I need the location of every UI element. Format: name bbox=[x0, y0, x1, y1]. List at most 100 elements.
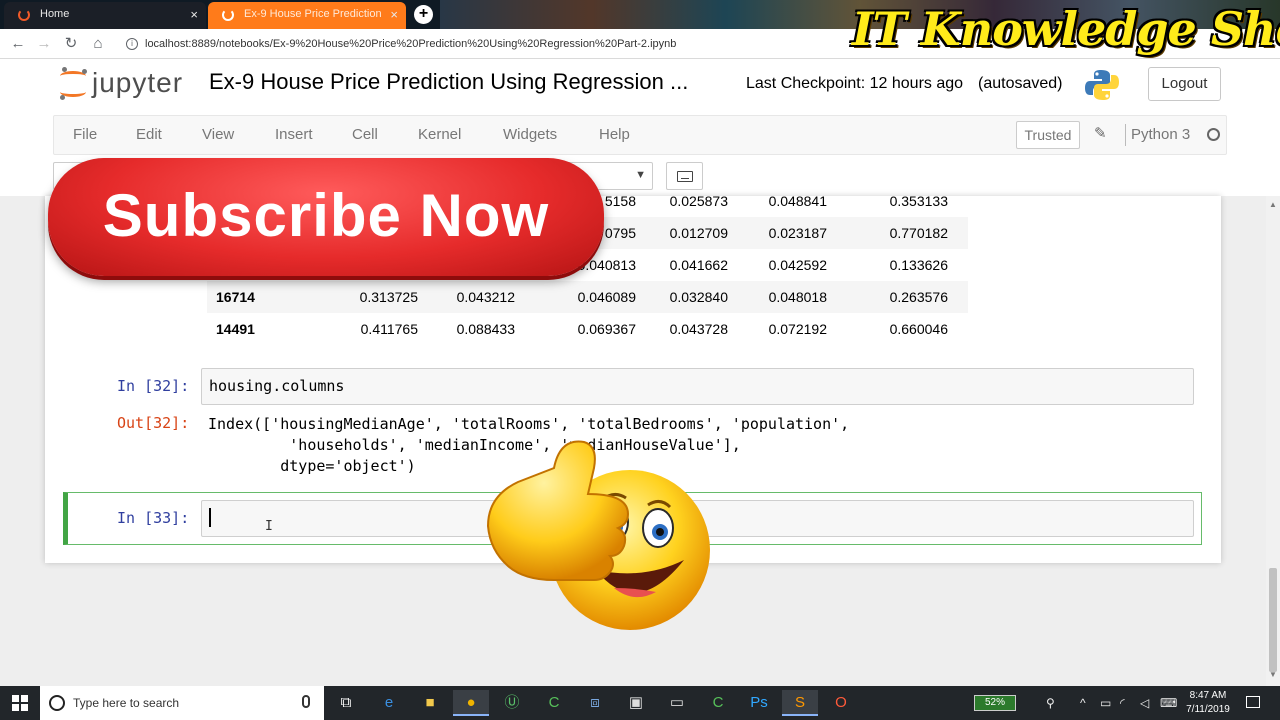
battery-indicator[interactable]: 52% bbox=[974, 695, 1016, 711]
jupyter-header: jupyter Ex-9 House Price Prediction Usin… bbox=[0, 59, 1280, 111]
tab-notebook[interactable]: Ex-9 House Price Prediction Usin × bbox=[208, 2, 406, 29]
windows-taskbar: Type here to search ⧉ e ■ ● Ⓤ C ⧈ ▣ ▭ C … bbox=[0, 686, 1280, 720]
windows-start-icon[interactable] bbox=[12, 695, 28, 711]
logout-button[interactable]: Logout bbox=[1148, 67, 1221, 101]
table-cell: 0.088433 bbox=[456, 321, 515, 337]
trusted-indicator[interactable]: Trusted bbox=[1016, 121, 1080, 149]
menu-cell[interactable]: Cell bbox=[352, 116, 378, 154]
output-prompt: Out[32]: bbox=[117, 414, 190, 432]
edge-icon[interactable]: e bbox=[371, 690, 407, 716]
url-text: localhost:8889/notebooks/Ex-9%20House%20… bbox=[145, 38, 677, 50]
info-icon[interactable]: i bbox=[126, 38, 138, 50]
wifi-icon[interactable]: ◜ bbox=[1120, 686, 1125, 720]
tab-notebook-label: Ex-9 House Price Prediction Usin bbox=[244, 8, 382, 20]
photoshop-icon[interactable]: Ps bbox=[741, 690, 777, 716]
reload-icon[interactable]: ↻ bbox=[61, 34, 81, 54]
table-cell: 0.023187 bbox=[728, 217, 827, 249]
scroll-down-icon[interactable]: ▼ bbox=[1269, 670, 1277, 679]
table-cell: 0.048841 bbox=[768, 193, 827, 209]
close-icon[interactable]: × bbox=[390, 2, 398, 27]
chrome-icon[interactable]: ● bbox=[453, 690, 489, 716]
keyboard-icon bbox=[677, 171, 693, 182]
input-prompt: In [33]: bbox=[117, 509, 190, 527]
scrollbar-thumb[interactable] bbox=[1269, 568, 1277, 672]
url-field[interactable]: i localhost:8889/notebooks/Ex-9%20House%… bbox=[118, 32, 848, 56]
ibeam-cursor-icon: I bbox=[265, 519, 273, 534]
table-row: 16714 0.313725 0.043212 0.046089 0.03284… bbox=[207, 281, 968, 313]
python-logo-icon bbox=[1085, 70, 1119, 100]
search-placeholder: Type here to search bbox=[73, 696, 180, 710]
kernel-name[interactable]: Python 3 bbox=[1131, 116, 1190, 154]
store-icon[interactable]: ▣ bbox=[618, 690, 654, 716]
menubar: File Edit View Insert Cell Kernel Widget… bbox=[53, 115, 1227, 155]
table-cell: 0.042592 bbox=[768, 257, 827, 273]
jupyter-logo-icon[interactable] bbox=[58, 67, 88, 101]
battery-tray-icon[interactable]: ▭ bbox=[1100, 686, 1111, 720]
opera-app-icon[interactable]: O bbox=[823, 690, 859, 716]
table-cell: 0.043728 bbox=[669, 321, 728, 337]
subscribe-overlay: Subscribe Now bbox=[48, 158, 604, 276]
table-cell: 0.660046 bbox=[889, 321, 948, 337]
taskbar-clock[interactable]: 8:47 AM 7/11/2019 bbox=[1180, 689, 1236, 717]
back-arrow-icon[interactable]: ← bbox=[8, 34, 28, 54]
task-view-icon[interactable]: ⧉ bbox=[328, 690, 364, 716]
camtasia-recorder-icon[interactable]: C bbox=[700, 690, 736, 716]
volume-icon[interactable]: ◁ bbox=[1140, 686, 1149, 720]
scroll-up-icon[interactable]: ▲ bbox=[1269, 200, 1277, 209]
page-scrollbar[interactable]: ▲ ▼ bbox=[1266, 196, 1280, 686]
home-icon[interactable]: ⌂ bbox=[88, 34, 108, 54]
menu-edit[interactable]: Edit bbox=[136, 116, 162, 154]
camtasia-icon[interactable]: C bbox=[536, 690, 572, 716]
table-cell: 0.046089 bbox=[515, 281, 636, 313]
opera-icon bbox=[18, 9, 30, 21]
jupyter-wordmark[interactable]: jupyter bbox=[92, 67, 183, 99]
thumbs-up-emoji-icon bbox=[486, 440, 710, 630]
menu-view[interactable]: View bbox=[202, 116, 234, 154]
table-cell: 0.043212 bbox=[418, 281, 515, 313]
table-cell: 0.032840 bbox=[636, 281, 728, 313]
network-app-icon[interactable]: ⧈ bbox=[577, 690, 613, 716]
menu-widgets[interactable]: Widgets bbox=[503, 116, 557, 154]
new-tab-button[interactable]: + bbox=[414, 5, 433, 24]
menu-file[interactable]: File bbox=[73, 116, 97, 154]
upwork-icon[interactable]: Ⓤ bbox=[494, 690, 530, 716]
notifications-icon[interactable] bbox=[1246, 696, 1260, 708]
chevron-down-icon: ▼ bbox=[635, 169, 646, 181]
taskbar-search-box[interactable]: Type here to search bbox=[40, 686, 324, 720]
menu-insert[interactable]: Insert bbox=[275, 116, 313, 154]
chevron-up-icon[interactable]: ^ bbox=[1080, 686, 1086, 720]
table-cell: 0.770182 bbox=[827, 217, 948, 249]
people-icon[interactable]: ⚲ bbox=[1046, 686, 1055, 720]
microphone-icon[interactable] bbox=[302, 695, 310, 708]
menu-kernel[interactable]: Kernel bbox=[418, 116, 461, 154]
table-cell: 0.048018 bbox=[728, 281, 827, 313]
forward-arrow-icon[interactable]: → bbox=[34, 34, 54, 54]
table-cell: 0.313725 bbox=[277, 281, 418, 313]
table-cell: 0.012709 bbox=[636, 217, 728, 249]
tab-home[interactable]: Home × bbox=[4, 2, 206, 29]
code-cell-input[interactable]: housing.columns bbox=[201, 368, 1194, 405]
table-row: 14491 0.411765 0.088433 0.069367 0.04372… bbox=[207, 313, 968, 345]
table-cell: 0.133626 bbox=[889, 257, 948, 273]
sublime-text-icon[interactable]: S bbox=[782, 690, 818, 716]
language-icon[interactable]: ⌨ bbox=[1160, 686, 1177, 720]
file-explorer-icon[interactable]: ■ bbox=[412, 690, 448, 716]
close-icon[interactable]: × bbox=[190, 2, 198, 27]
channel-logo-overlay: IT Knowledge Shelf bbox=[852, 2, 1280, 56]
table-cell: 0.069367 bbox=[577, 321, 636, 337]
jupyter-tab-icon bbox=[222, 9, 234, 21]
menu-help[interactable]: Help bbox=[599, 116, 630, 154]
autosave-status: (autosaved) bbox=[978, 75, 1063, 92]
table-cell: 0.072192 bbox=[768, 321, 827, 337]
clock-date: 7/11/2019 bbox=[1186, 704, 1230, 715]
table-cell: 0.025873 bbox=[669, 193, 728, 209]
table-cell: 0.263576 bbox=[827, 281, 948, 313]
notebook-title[interactable]: Ex-9 House Price Prediction Using Regres… bbox=[209, 69, 688, 95]
kernel-idle-icon bbox=[1207, 128, 1220, 141]
input-prompt: In [32]: bbox=[117, 377, 190, 395]
subscribe-text: Subscribe Now bbox=[102, 182, 550, 249]
edit-pencil-icon[interactable]: ✎ bbox=[1094, 124, 1107, 142]
terminal-icon[interactable]: ▭ bbox=[659, 690, 695, 716]
table-cell: 0.041662 bbox=[669, 257, 728, 273]
table-cell: 0.411765 bbox=[360, 321, 418, 337]
